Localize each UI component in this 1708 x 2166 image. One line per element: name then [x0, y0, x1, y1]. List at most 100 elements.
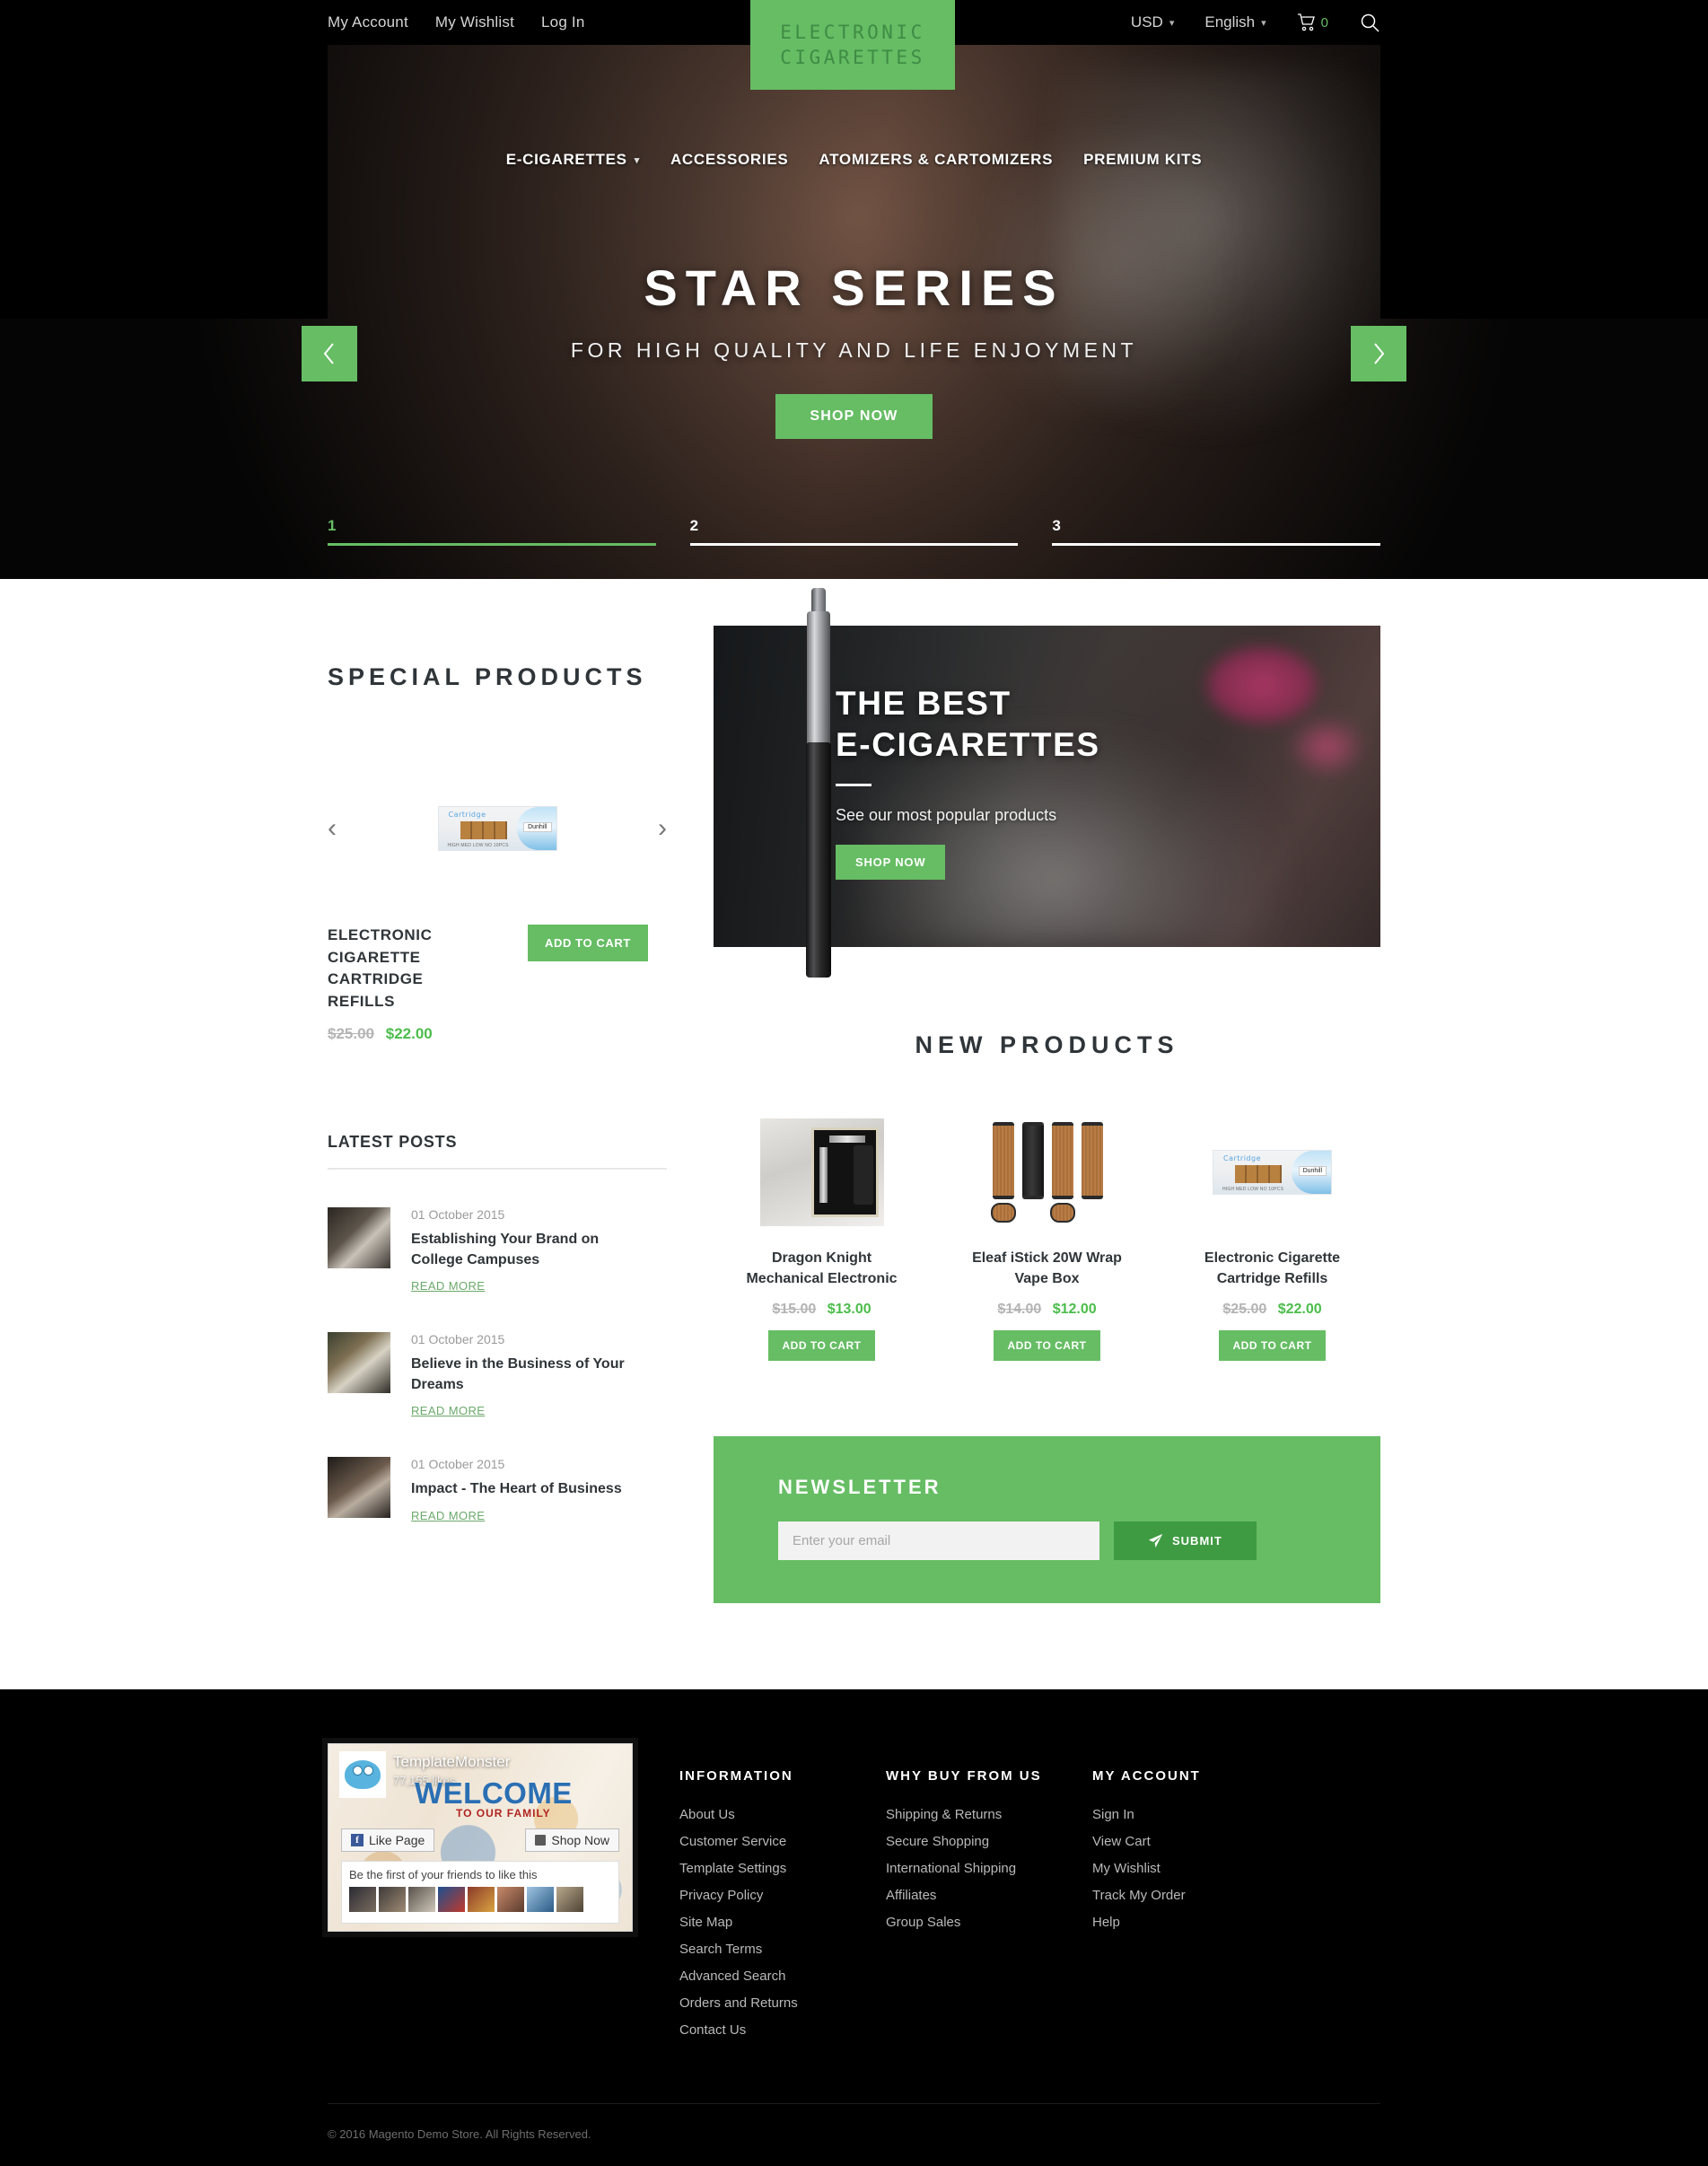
post-title[interactable]: Believe in the Business of Your Dreams: [411, 1354, 649, 1395]
special-product-price: $25.00 $22.00: [328, 1025, 485, 1043]
footer-link-contact-us[interactable]: Contact Us: [679, 2022, 886, 2038]
footer-link-international-shipping[interactable]: International Shipping: [886, 1861, 1092, 1876]
dragon-knight-box-graphic: [759, 1118, 884, 1226]
cartridge-refills-graphic: Cartridge Dunhill HIGH MED LOW NO 10PCS: [1213, 1150, 1332, 1195]
post-read-more-link[interactable]: READ MORE: [411, 1509, 485, 1522]
hero-slide-tab-1[interactable]: 1: [328, 517, 656, 546]
nav-item-premium-kits[interactable]: PREMIUM KITS: [1083, 151, 1202, 169]
newsletter-section: NEWSLETTER SUBMIT: [714, 1436, 1380, 1604]
facebook-avatar: [339, 1751, 386, 1799]
special-product-image[interactable]: Cartridge Dunhill HIGH MED LOW NO 10PCS: [437, 806, 557, 851]
footer-link-view-cart[interactable]: View Cart: [1092, 1834, 1380, 1849]
facebook-like-page-button[interactable]: f Like Page: [341, 1828, 435, 1853]
cartridge-sticks-graphic: [1235, 1165, 1282, 1183]
hero-prev-button[interactable]: [302, 326, 357, 381]
hero-slide-tab-3[interactable]: 3: [1052, 517, 1381, 546]
footer-link-secure-shopping[interactable]: Secure Shopping: [886, 1834, 1092, 1849]
special-product-info: ELECTRONIC CIGARETTE CARTRIDGE REFILLS $…: [328, 925, 667, 1043]
post-date: 01 October 2015: [411, 1331, 505, 1346]
post-title[interactable]: Establishing Your Brand on College Campu…: [411, 1229, 649, 1270]
special-product-name[interactable]: ELECTRONIC CIGARETTE CARTRIDGE REFILLS: [328, 925, 485, 1013]
footer-link-group-sales[interactable]: Group Sales: [886, 1915, 1092, 1930]
nav-item-e-cigarettes[interactable]: E-CIGARETTES ▾: [506, 151, 640, 169]
footer-link-about-us[interactable]: About Us: [679, 1807, 886, 1822]
facebook-page-name[interactable]: TemplateMonster: [393, 1753, 510, 1771]
facebook-icon: f: [351, 1834, 363, 1847]
chevron-down-icon: ▾: [1169, 17, 1175, 29]
footer-link-shipping-returns[interactable]: Shipping & Returns: [886, 1807, 1092, 1822]
footer-link-advanced-search[interactable]: Advanced Search: [679, 1969, 886, 1984]
post-thumbnail[interactable]: [328, 1206, 390, 1268]
currency-switcher[interactable]: USD ▾: [1131, 13, 1174, 31]
footer-column-title: WHY BUY FROM US: [886, 1768, 1042, 1785]
hero-slide-tab-2[interactable]: 2: [689, 517, 1019, 546]
right-column: THE BEST E-CIGARETTES See our most popul…: [714, 579, 1380, 1604]
footer-column-information: INFORMATION About Us Customer Service Te…: [679, 1768, 886, 2049]
top-link-my-account[interactable]: My Account: [328, 13, 408, 31]
avatar: [497, 1887, 524, 1913]
hero-pagination: 1 2 3: [328, 517, 1381, 546]
post-thumbnail[interactable]: [328, 1331, 390, 1393]
product-name[interactable]: Dragon Knight Mechanical Electronic: [714, 1248, 930, 1289]
footer-link-affiliates[interactable]: Affiliates: [886, 1888, 1092, 1903]
add-to-cart-button[interactable]: ADD TO CART: [767, 1330, 876, 1362]
special-prev-button[interactable]: ‹: [328, 815, 337, 842]
post-read-more-link[interactable]: READ MORE: [411, 1279, 485, 1293]
footer-link-orders-and-returns[interactable]: Orders and Returns: [679, 1995, 886, 2011]
latest-posts-heading: LATEST POSTS: [328, 1132, 458, 1151]
hero-slider: E-CIGARETTES ▾ ACCESSORIES ATOMIZERS & C…: [0, 45, 1708, 579]
add-to-cart-button[interactable]: ADD TO CART: [993, 1330, 1101, 1362]
post-read-more-link[interactable]: READ MORE: [411, 1404, 485, 1417]
footer-link-privacy-policy[interactable]: Privacy Policy: [679, 1888, 886, 1903]
site-logo[interactable]: ELECTRONIC CIGARETTES: [750, 0, 955, 90]
price-new: $22.00: [1277, 1302, 1322, 1318]
list-item: 01 October 2015 Impact - The Heart of Bu…: [328, 1457, 667, 1523]
hero-next-button[interactable]: [1351, 326, 1406, 381]
page-root: My Account My Wishlist Log In USD ▾ Engl…: [0, 0, 1708, 2166]
shop-button-label: Shop Now: [551, 1833, 609, 1848]
top-link-log-in[interactable]: Log In: [541, 13, 584, 31]
footer-link-customer-service[interactable]: Customer Service: [679, 1834, 886, 1849]
avatar: [556, 1887, 583, 1913]
product-image[interactable]: Cartridge Dunhill HIGH MED LOW NO 10PCS: [1164, 1113, 1380, 1232]
language-switcher[interactable]: English ▾: [1204, 13, 1266, 31]
footer-link-help[interactable]: Help: [1092, 1915, 1380, 1930]
special-next-button[interactable]: ›: [658, 815, 667, 842]
post-thumbnail[interactable]: [328, 1457, 390, 1519]
mini-cart[interactable]: 0: [1297, 13, 1328, 31]
product-price: $25.00 $22.00: [1164, 1302, 1380, 1318]
product-image[interactable]: [939, 1113, 1155, 1232]
product-name[interactable]: Electronic Cigarette Cartridge Refills: [1164, 1248, 1380, 1289]
nav-item-accessories[interactable]: ACCESSORIES: [670, 151, 788, 169]
footer-link-track-my-order[interactable]: Track My Order: [1092, 1888, 1380, 1903]
nav-item-atomizers-cartomizers[interactable]: ATOMIZERS & CARTOMIZERS: [819, 151, 1053, 169]
product-image[interactable]: [714, 1113, 930, 1232]
product-name[interactable]: Eleaf iStick 20W Wrap Vape Box: [939, 1248, 1155, 1289]
ecig-tank: [807, 611, 830, 746]
hero-shop-now-button[interactable]: SHOP NOW: [775, 394, 933, 439]
post-date: 01 October 2015: [411, 1457, 505, 1472]
post-title[interactable]: Impact - The Heart of Business: [411, 1478, 622, 1499]
ecigarette-product-image: [801, 588, 836, 983]
istick-wrap-graphic: [991, 1122, 1103, 1223]
special-add-to-cart-button[interactable]: ADD TO CART: [528, 925, 648, 961]
footer-link-sign-in[interactable]: Sign In: [1092, 1807, 1380, 1822]
chevron-left-icon: [323, 343, 334, 364]
wrap-panel-dark: [1022, 1122, 1044, 1199]
hero-title: STAR SERIES: [644, 259, 1064, 316]
nav-label: E-CIGARETTES: [505, 151, 627, 168]
slide-indicator-line: [1052, 543, 1381, 546]
facebook-shop-now-button[interactable]: Shop Now: [525, 1828, 619, 1853]
newsletter-email-input[interactable]: [778, 1521, 1099, 1561]
top-link-my-wishlist[interactable]: My Wishlist: [435, 13, 514, 31]
footer-link-search-terms[interactable]: Search Terms: [679, 1942, 886, 1957]
search-icon[interactable]: [1359, 12, 1380, 33]
footer-link-site-map[interactable]: Site Map: [679, 1915, 886, 1930]
footer-link-my-wishlist[interactable]: My Wishlist: [1092, 1861, 1380, 1876]
add-to-cart-button[interactable]: ADD TO CART: [1218, 1330, 1327, 1362]
product-price: $14.00 $12.00: [939, 1302, 1155, 1318]
product-image-brand: Dunhill: [523, 822, 552, 832]
newsletter-submit-button[interactable]: SUBMIT: [1114, 1521, 1257, 1561]
promo-shop-now-button[interactable]: SHOP NOW: [836, 844, 946, 880]
footer-link-template-settings[interactable]: Template Settings: [679, 1861, 886, 1876]
